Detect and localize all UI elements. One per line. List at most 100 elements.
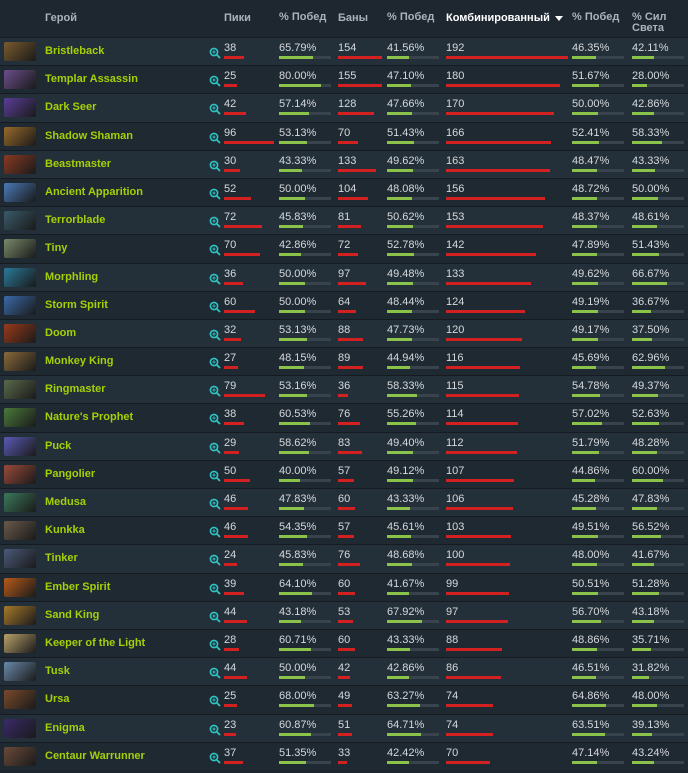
hero-portrait[interactable] xyxy=(4,70,36,90)
hero-name[interactable]: Nature's Prophet xyxy=(45,411,133,423)
hero-name[interactable]: Monkey King xyxy=(45,355,113,367)
hero-portrait[interactable] xyxy=(4,323,36,343)
hero-portrait[interactable] xyxy=(4,633,36,653)
search-icon[interactable] xyxy=(209,695,221,707)
hero-portrait[interactable] xyxy=(4,380,36,400)
hero-name[interactable]: Centaur Warrunner xyxy=(45,750,145,762)
hero-portrait[interactable] xyxy=(4,408,36,428)
hero-name[interactable]: Shadow Shaman xyxy=(45,130,133,142)
combined-winrate-bar xyxy=(572,619,602,623)
ban-winrate-value: 51.43% xyxy=(387,126,425,139)
header-hero[interactable]: Герой xyxy=(45,0,77,37)
search-icon[interactable] xyxy=(209,160,221,172)
search-icon[interactable] xyxy=(209,583,221,595)
search-icon[interactable] xyxy=(209,385,221,397)
hero-name[interactable]: Medusa xyxy=(45,496,86,508)
search-icon[interactable] xyxy=(209,216,221,228)
hero-portrait[interactable] xyxy=(4,352,36,372)
search-icon[interactable] xyxy=(209,103,221,116)
hero-portrait[interactable] xyxy=(4,662,36,682)
hero-name[interactable]: Keeper of the Light xyxy=(45,637,145,649)
search-icon[interactable] xyxy=(209,188,221,200)
hero-portrait[interactable] xyxy=(4,126,36,146)
header-bans[interactable]: Баны xyxy=(338,0,368,37)
hero-name[interactable]: Doom xyxy=(45,327,76,339)
hero-portrait[interactable] xyxy=(4,464,36,484)
search-icon[interactable] xyxy=(209,554,221,567)
search-icon[interactable] xyxy=(209,47,221,59)
hero-name[interactable]: Dark Seer xyxy=(45,101,96,113)
combined-winrate-bar xyxy=(572,309,598,313)
hero-name[interactable]: Tusk xyxy=(45,665,70,677)
search-icon[interactable] xyxy=(209,329,221,341)
bans-bar xyxy=(338,140,358,144)
header-ban-winrate[interactable]: % Побед xyxy=(387,0,435,37)
search-icon[interactable] xyxy=(209,244,221,256)
hero-portrait[interactable] xyxy=(4,211,36,231)
header-combined-winrate[interactable]: % Побед xyxy=(572,0,620,37)
hero-portrait[interactable] xyxy=(4,182,36,202)
search-icon[interactable] xyxy=(209,301,221,313)
hero-portrait[interactable] xyxy=(4,154,36,174)
hero-portrait[interactable] xyxy=(4,521,36,541)
search-icon[interactable] xyxy=(209,442,221,454)
combined-winrate-value: 48.86% xyxy=(572,633,610,646)
search-icon[interactable] xyxy=(209,75,221,87)
hero-name[interactable]: Puck xyxy=(45,440,71,452)
header-picks[interactable]: Пики xyxy=(224,0,251,37)
pick-winrate-value: 48.15% xyxy=(279,352,317,365)
hero-name[interactable]: Kunkka xyxy=(45,524,85,536)
hero-portrait[interactable] xyxy=(4,549,36,569)
search-icon[interactable] xyxy=(209,357,221,369)
picks-value: 36 xyxy=(224,267,237,280)
hero-name[interactable]: Storm Spirit xyxy=(45,299,108,311)
hero-portrait[interactable] xyxy=(4,295,36,315)
bans-bar xyxy=(338,676,350,680)
hero-portrait[interactable] xyxy=(4,436,36,456)
hero-name[interactable]: Beastmaster xyxy=(45,158,111,170)
search-icon[interactable] xyxy=(209,639,221,651)
hero-portrait[interactable] xyxy=(4,690,36,710)
picks-value: 52 xyxy=(224,182,237,195)
search-icon[interactable] xyxy=(209,611,221,623)
hero-name[interactable]: Ringmaster xyxy=(45,383,106,395)
hero-name[interactable]: Bristleback xyxy=(45,45,104,57)
table-row: Keeper of the Light 28 60.71% 60 43.33% 88 48.… xyxy=(0,628,688,658)
hero-name[interactable]: Enigma xyxy=(45,722,85,734)
hero-name[interactable]: Pangolier xyxy=(45,468,95,480)
hero-name[interactable]: Ember Spirit xyxy=(45,581,110,593)
hero-portrait[interactable] xyxy=(4,267,36,287)
hero-name[interactable]: Tinker xyxy=(45,552,78,564)
search-icon[interactable] xyxy=(209,526,221,538)
search-icon[interactable] xyxy=(209,752,221,764)
hero-name[interactable]: Morphling xyxy=(45,271,98,283)
hero-portrait[interactable] xyxy=(4,605,36,625)
search-icon[interactable] xyxy=(209,724,221,736)
header-combined[interactable]: Комбинированный xyxy=(446,0,563,37)
hero-portrait[interactable] xyxy=(4,239,36,259)
search-icon[interactable] xyxy=(209,498,221,510)
combined-winrate-bar xyxy=(572,676,597,680)
hero-portrait[interactable] xyxy=(4,98,36,118)
search-icon[interactable] xyxy=(209,413,221,426)
hero-portrait[interactable] xyxy=(4,718,36,738)
hero-name[interactable]: Sand King xyxy=(45,609,99,621)
hero-name[interactable]: Ancient Apparition xyxy=(45,186,143,198)
hero-portrait[interactable] xyxy=(4,42,36,61)
search-icon[interactable] xyxy=(209,667,221,679)
search-icon[interactable] xyxy=(209,470,221,482)
hero-name[interactable]: Tiny xyxy=(45,242,67,254)
hero-name[interactable]: Terrorblade xyxy=(45,214,105,226)
search-icon[interactable] xyxy=(209,132,221,144)
hero-portrait[interactable] xyxy=(4,577,36,597)
ban-winrate-bar xyxy=(387,168,413,172)
hero-name[interactable]: Templar Assassin xyxy=(45,73,138,85)
hero-name[interactable]: Ursa xyxy=(45,693,69,705)
picks-bar xyxy=(224,394,266,398)
hero-portrait[interactable] xyxy=(4,746,36,766)
header-pick-winrate[interactable]: % Побед xyxy=(279,0,327,37)
hero-portrait[interactable] xyxy=(4,493,36,512)
search-icon[interactable] xyxy=(209,273,221,285)
header-radiant[interactable]: % Сил Света xyxy=(632,0,686,37)
picks-value: 24 xyxy=(224,549,237,562)
